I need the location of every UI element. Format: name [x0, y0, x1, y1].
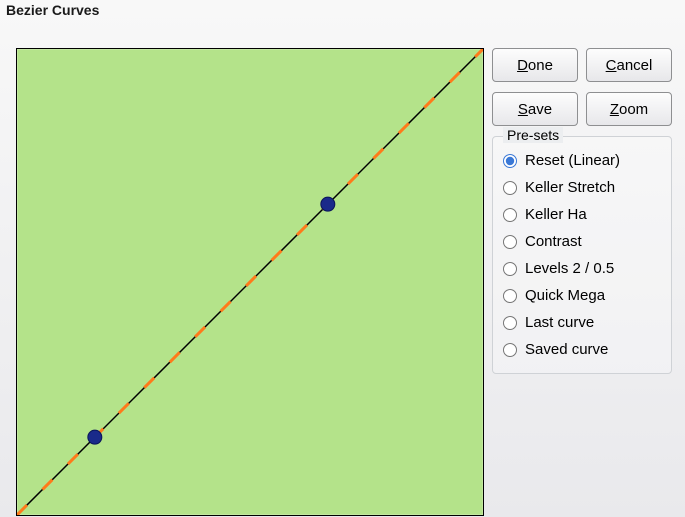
cancel-button[interactable]: Cancel [586, 48, 672, 82]
preset-radio[interactable] [503, 181, 517, 195]
control-point-handle[interactable] [88, 430, 102, 444]
preset-radio[interactable] [503, 235, 517, 249]
preset-radio[interactable] [503, 154, 517, 168]
preset-label: Keller Stretch [525, 179, 615, 196]
preset-option[interactable]: Contrast [503, 228, 661, 255]
preset-label: Last curve [525, 314, 594, 331]
preset-option[interactable]: Levels 2 / 0.5 [503, 255, 661, 282]
preset-label: Levels 2 / 0.5 [525, 260, 614, 277]
preset-option[interactable]: Saved curve [503, 336, 661, 363]
preset-radio[interactable] [503, 208, 517, 222]
preset-radio[interactable] [503, 289, 517, 303]
presets-group: Pre-sets Reset (Linear)Keller StretchKel… [492, 136, 672, 374]
dialog-content: Done Cancel Save Zoom Pre-sets Reset (Li… [0, 24, 685, 517]
button-row-2: Save Zoom [492, 92, 672, 126]
preset-radio[interactable] [503, 343, 517, 357]
right-panel: Done Cancel Save Zoom Pre-sets Reset (Li… [492, 48, 672, 374]
preset-option[interactable]: Quick Mega [503, 282, 661, 309]
done-button[interactable]: Done [492, 48, 578, 82]
presets-group-label: Pre-sets [503, 127, 563, 143]
preset-option[interactable]: Reset (Linear) [503, 147, 661, 174]
bezier-canvas[interactable] [16, 48, 484, 516]
preset-radio[interactable] [503, 262, 517, 276]
zoom-button[interactable]: Zoom [586, 92, 672, 126]
preset-option[interactable]: Keller Ha [503, 201, 661, 228]
preset-radio[interactable] [503, 316, 517, 330]
control-point-handle[interactable] [321, 197, 335, 211]
preset-option[interactable]: Last curve [503, 309, 661, 336]
button-row-1: Done Cancel [492, 48, 672, 82]
preset-option[interactable]: Keller Stretch [503, 174, 661, 201]
bezier-plot [17, 49, 483, 515]
presets-list: Reset (Linear) Keller Stretch Keller Ha Con… [503, 147, 661, 363]
preset-label: Keller Ha [525, 206, 587, 223]
window-title: Bezier Curves [6, 2, 99, 18]
preset-label: Quick Mega [525, 287, 605, 304]
preset-label: Saved curve [525, 341, 608, 358]
preset-label: Reset (Linear) [525, 152, 620, 169]
window-titlebar: Bezier Curves [0, 0, 685, 24]
preset-label: Contrast [525, 233, 582, 250]
save-button[interactable]: Save [492, 92, 578, 126]
